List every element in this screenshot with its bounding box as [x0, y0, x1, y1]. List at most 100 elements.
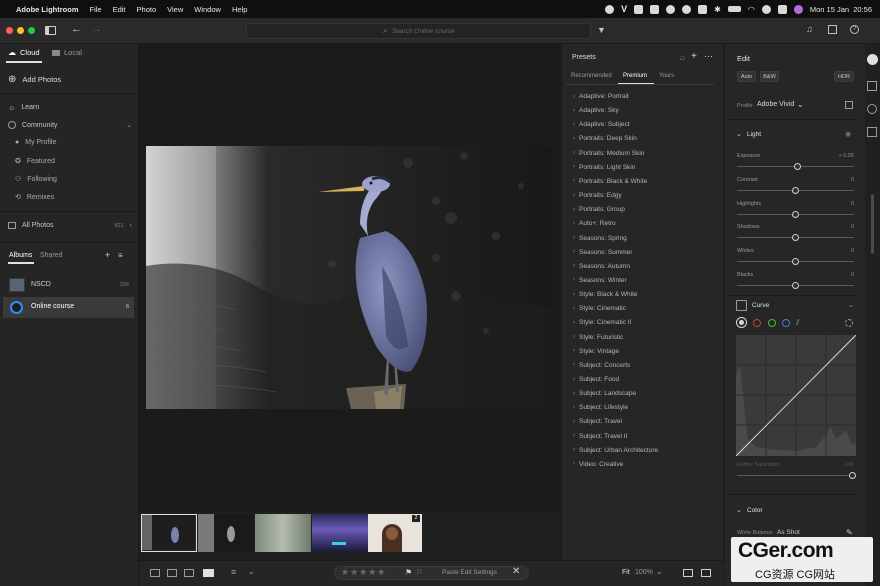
preset-item[interactable]: › Subject: Concerts: [573, 362, 630, 369]
slider-value[interactable]: + 0.05: [839, 153, 854, 159]
preset-item[interactable]: › Seasons: Winter: [573, 277, 627, 284]
single-view-icon[interactable]: [203, 569, 214, 577]
grid-view-icon[interactable]: [150, 569, 160, 577]
tab-recommended[interactable]: Recommended: [571, 73, 612, 79]
preset-item[interactable]: › Adaptive: Subject: [573, 121, 630, 128]
add-photos-button[interactable]: ⊕ Add Photos: [8, 74, 61, 85]
import-preset-icon[interactable]: ⌂: [680, 53, 685, 62]
maximize-window-button[interactable]: [28, 27, 35, 34]
reject-flag-icon[interactable]: ⚐: [416, 568, 423, 577]
record-icon[interactable]: [605, 4, 615, 14]
thumbnail[interactable]: 2: [368, 514, 422, 552]
blue-channel-button[interactable]: [782, 319, 790, 327]
preset-item[interactable]: › Seasons: Summer: [573, 249, 632, 256]
chevron-down-icon[interactable]: ⌄: [736, 130, 742, 138]
notifications-icon[interactable]: ♫: [806, 24, 813, 34]
curve-section-title[interactable]: Curve: [752, 302, 769, 309]
scrollbar-thumb[interactable]: [871, 194, 874, 254]
preset-item[interactable]: › Portraits: Group: [573, 206, 625, 213]
refine-saturation-track[interactable]: [737, 475, 854, 476]
vpn-icon[interactable]: V: [621, 4, 627, 14]
compare-view-icon[interactable]: [701, 569, 711, 577]
search-system-icon[interactable]: [761, 4, 771, 14]
slider-value[interactable]: 0: [851, 224, 854, 230]
color-section-title[interactable]: Color: [747, 507, 763, 514]
keyboard-icon[interactable]: [698, 4, 708, 14]
paste-edit-settings-button[interactable]: Paste Edit Settings: [442, 569, 497, 576]
rgb-channel-button[interactable]: [737, 318, 746, 327]
main-photo-heron[interactable]: [146, 146, 553, 409]
help-icon[interactable]: ?: [850, 25, 859, 34]
chevron-down-icon[interactable]: ⌄: [736, 506, 742, 514]
preset-item[interactable]: › Style: Futuristic: [573, 334, 623, 341]
preset-item[interactable]: › Adaptive: Sky: [573, 107, 619, 114]
forward-arrow-icon[interactable]: →: [91, 23, 102, 35]
add-preset-icon[interactable]: +: [691, 51, 697, 62]
chevron-down-icon[interactable]: ⌄: [248, 567, 255, 576]
wifi-icon[interactable]: ◠: [748, 5, 755, 14]
zoom-fit-button[interactable]: Fit: [622, 569, 630, 576]
control-center-icon[interactable]: [777, 4, 787, 14]
bw-button[interactable]: B&W: [760, 71, 779, 82]
sidebar-item-learn[interactable]: ☼ Learn: [8, 103, 39, 112]
chevron-left-icon[interactable]: ‹: [130, 222, 132, 229]
parametric-curve-icon[interactable]: ⫽: [796, 318, 800, 328]
edit-tool-icon[interactable]: [867, 54, 878, 65]
masking-tool-icon[interactable]: [867, 104, 877, 114]
preset-item[interactable]: › Subject: Travel II: [573, 433, 627, 440]
tab-cloud[interactable]: ☁ Cloud: [8, 48, 40, 57]
preset-item[interactable]: › Video: Creative: [573, 461, 623, 468]
tab-yours[interactable]: Yours: [659, 73, 674, 79]
healing-tool-icon[interactable]: [867, 127, 877, 137]
battery-icon[interactable]: [727, 6, 741, 12]
sidebar-item-featured[interactable]: ✪ Featured: [15, 157, 55, 166]
slider-value[interactable]: 0: [851, 201, 854, 207]
sort-icon[interactable]: ≡: [118, 251, 123, 260]
more-options-icon[interactable]: ⋯: [704, 51, 713, 62]
detail-view-icon[interactable]: [184, 569, 194, 577]
preset-item[interactable]: › Style: Cinematic II: [573, 319, 631, 326]
sidebar-item-all-photos[interactable]: All Photos 821 ‹: [8, 222, 132, 229]
preset-item[interactable]: › Portraits: Edgy: [573, 192, 622, 199]
sidebar-item-remixes[interactable]: ⟲ Remixes: [15, 193, 54, 202]
preset-item[interactable]: › Subject: Travel: [573, 418, 622, 425]
sort-order-icon[interactable]: ≡: [231, 567, 236, 577]
share-icon[interactable]: [828, 25, 837, 34]
preset-item[interactable]: › Seasons: Autumn: [573, 263, 630, 270]
sidebar-item-my-profile[interactable]: ● My Profile: [15, 139, 56, 146]
filmstrip-toggle-icon[interactable]: [683, 569, 693, 577]
refine-saturation-knob[interactable]: [849, 472, 856, 479]
thumbnail[interactable]: [255, 514, 311, 552]
arc-icon[interactable]: [666, 4, 676, 14]
profile-browser-icon[interactable]: [845, 101, 853, 109]
siri-icon[interactable]: [793, 4, 803, 14]
sidebar-item-community[interactable]: Community ⌄: [8, 121, 132, 129]
menu-photo[interactable]: Photo: [137, 5, 157, 14]
close-icon[interactable]: ✕: [512, 566, 520, 577]
preset-item[interactable]: › Style: Vintage: [573, 348, 619, 355]
preset-item[interactable]: › Seasons: Spring: [573, 235, 627, 242]
clock-icon[interactable]: [682, 4, 692, 14]
star-rating-icon[interactable]: ★★★★★: [341, 567, 386, 578]
preset-item[interactable]: › Subject: Food: [573, 376, 619, 383]
menu-view[interactable]: View: [167, 5, 183, 14]
chevron-down-icon[interactable]: ⌄: [126, 121, 132, 129]
sidebar-item-following[interactable]: ⚇ Following: [15, 175, 57, 184]
tab-premium[interactable]: Premium: [623, 73, 647, 79]
profile-select[interactable]: Adobe Vivid: [757, 101, 794, 108]
album-item[interactable]: NSCD 206: [3, 275, 134, 296]
slider-value[interactable]: 0: [851, 177, 854, 183]
pick-flag-icon[interactable]: ⚑: [405, 568, 412, 577]
sidebar-toggle-icon[interactable]: [45, 26, 56, 35]
red-channel-button[interactable]: [753, 319, 761, 327]
chevron-down-icon[interactable]: ⌄: [797, 100, 804, 109]
auto-button[interactable]: Auto: [737, 71, 756, 82]
target-adjust-icon[interactable]: [845, 319, 853, 327]
menu-window[interactable]: Window: [194, 5, 221, 14]
minimize-window-button[interactable]: [17, 27, 24, 34]
preset-item[interactable]: › Portraits: Medium Skin: [573, 150, 644, 157]
preset-item[interactable]: › Portraits: Light Skin: [573, 164, 635, 171]
slider-knob[interactable]: [792, 210, 799, 218]
tone-curve-graph[interactable]: [736, 335, 856, 456]
menu-file[interactable]: File: [90, 5, 102, 14]
